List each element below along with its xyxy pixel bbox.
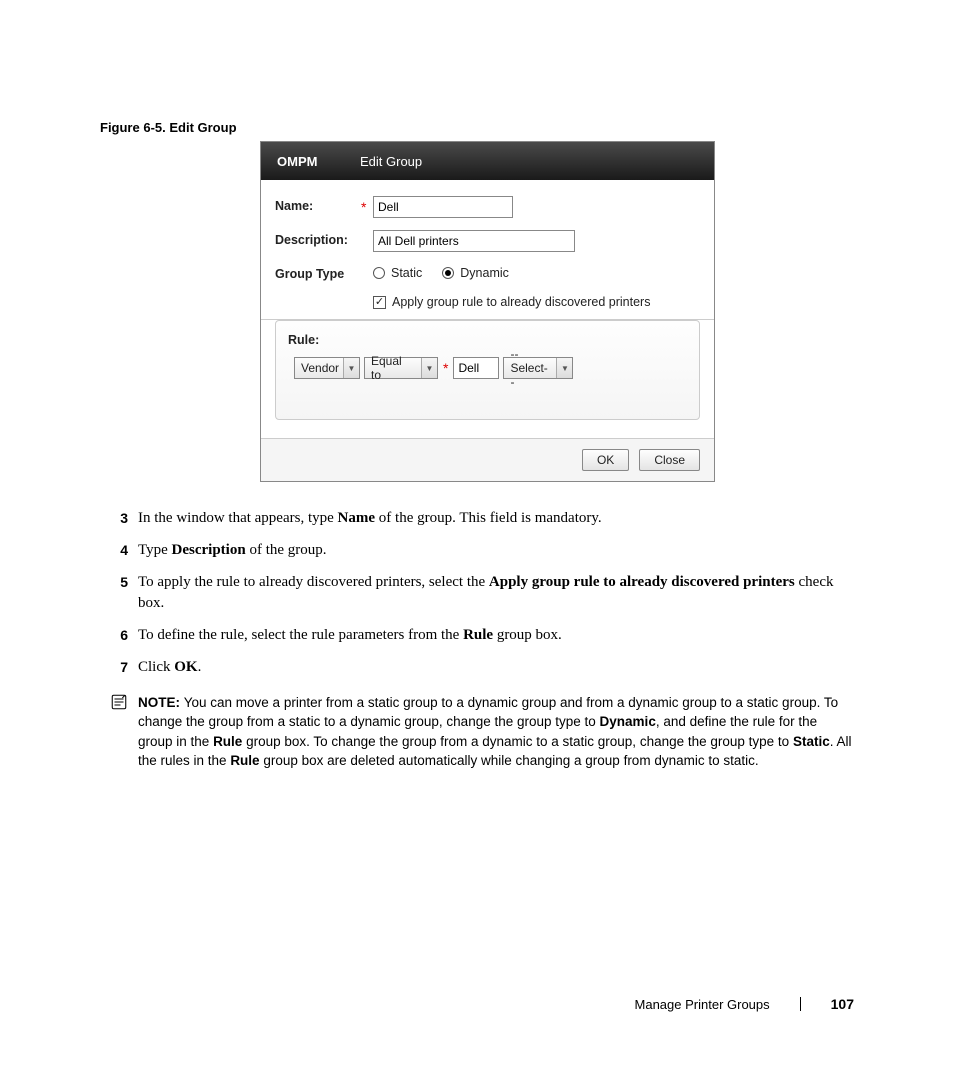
required-spacer: * [361, 230, 373, 249]
step-number: 3 [100, 508, 138, 530]
rule-field-dropdown[interactable]: Vendor ▼ [294, 357, 360, 379]
note-icon [100, 693, 138, 771]
step-number: 7 [100, 657, 138, 679]
row-name: Name: * [275, 196, 700, 218]
label-description: Description: [275, 230, 361, 247]
radio-static[interactable] [373, 267, 385, 279]
rule-groupbox: Rule: Vendor ▼ Equal to ▼ * --Select-- ▼ [275, 320, 700, 420]
step-number: 5 [100, 572, 138, 616]
rule-value-input[interactable] [453, 357, 499, 379]
note-label: NOTE: [138, 695, 184, 710]
step-text: Click OK. [138, 657, 854, 679]
step-text: To apply the rule to already discovered … [138, 572, 854, 616]
form-body: Name: * Description: * Group Type * Stat… [261, 180, 714, 320]
chevron-down-icon: ▼ [343, 358, 359, 378]
row-group-type: Group Type * Static Dynamic [275, 264, 700, 283]
radio-dynamic[interactable] [442, 267, 454, 279]
steps-list: 3 In the window that appears, type Name … [100, 508, 854, 679]
row-description: Description: * [275, 230, 700, 252]
rule-field-value: Vendor [295, 361, 343, 375]
rule-controls: Vendor ▼ Equal to ▼ * --Select-- ▼ [294, 357, 687, 379]
radio-dynamic-label: Dynamic [460, 266, 509, 280]
apply-rule-label: Apply group rule to already discovered p… [392, 295, 650, 309]
footer-section: Manage Printer Groups [635, 997, 770, 1012]
app-name: OMPM [261, 154, 356, 169]
step-number: 4 [100, 540, 138, 562]
required-marker: * [443, 360, 448, 376]
rule-operator-value: Equal to [365, 354, 421, 382]
dialog-titlebar: OMPM Edit Group [261, 142, 714, 180]
label-name: Name: [275, 196, 361, 213]
step-text: In the window that appears, type Name of… [138, 508, 854, 530]
required-spacer: * [361, 264, 373, 283]
close-button[interactable]: Close [639, 449, 700, 471]
radio-static-label: Static [391, 266, 422, 280]
group-type-options: Static Dynamic [373, 264, 509, 280]
page-number: 107 [831, 996, 854, 1012]
page-footer: Manage Printer Groups 107 [635, 996, 854, 1012]
step-5: 5 To apply the rule to already discovere… [100, 572, 854, 616]
step-7: 7 Click OK. [100, 657, 854, 679]
rule-extra-dropdown[interactable]: --Select-- ▼ [503, 357, 573, 379]
footer-divider [800, 997, 801, 1011]
button-bar: OK Close [261, 438, 714, 481]
edit-group-dialog: OMPM Edit Group Name: * Description: * G… [260, 141, 715, 482]
chevron-down-icon: ▼ [556, 358, 572, 378]
note-block: NOTE: You can move a printer from a stat… [100, 693, 854, 771]
rule-extra-value: --Select-- [504, 347, 556, 389]
dialog-title: Edit Group [356, 154, 422, 169]
figure-caption: Figure 6-5. Edit Group [100, 120, 854, 135]
step-3: 3 In the window that appears, type Name … [100, 508, 854, 530]
step-text: Type Description of the group. [138, 540, 854, 562]
row-apply-rule: ✓ Apply group rule to already discovered… [373, 295, 700, 309]
step-6: 6 To define the rule, select the rule pa… [100, 625, 854, 647]
ok-button[interactable]: OK [582, 449, 629, 471]
label-group-type: Group Type [275, 264, 361, 281]
note-text: NOTE: You can move a printer from a stat… [138, 693, 854, 771]
step-4: 4 Type Description of the group. [100, 540, 854, 562]
step-number: 6 [100, 625, 138, 647]
label-rule: Rule: [288, 333, 687, 347]
rule-operator-dropdown[interactable]: Equal to ▼ [364, 357, 438, 379]
description-input[interactable] [373, 230, 575, 252]
apply-rule-checkbox[interactable]: ✓ [373, 296, 386, 309]
chevron-down-icon: ▼ [421, 358, 437, 378]
name-input[interactable] [373, 196, 513, 218]
step-text: To define the rule, select the rule para… [138, 625, 854, 647]
required-marker: * [361, 196, 373, 215]
